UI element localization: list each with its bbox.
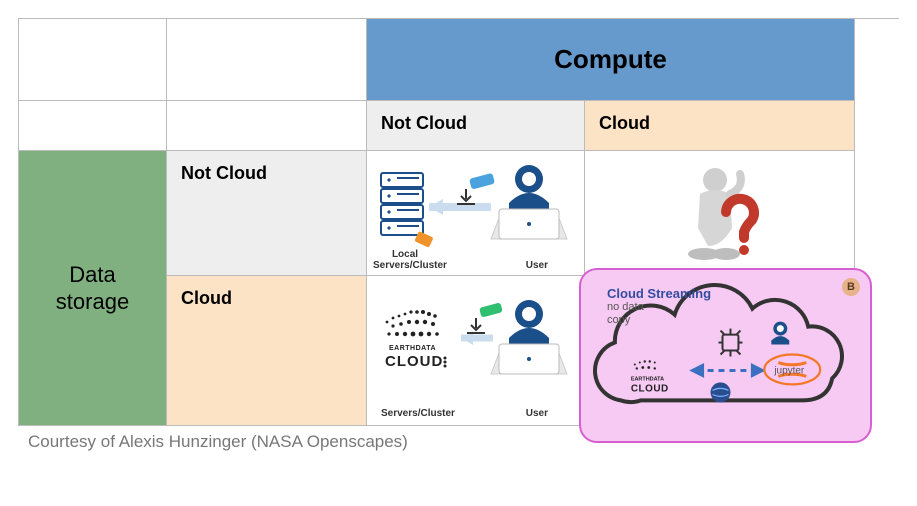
svg-text:EARTHDATA: EARTHDATA [631,376,664,382]
local-server-label: Local Servers/Cluster [373,249,437,271]
blank-cell-r1c2 [167,19,367,101]
blank-cell-r2c1 [19,101,167,151]
cell-cloud-cloud: EARTHDATA CLOUD [585,276,855,426]
compute-header-label: Compute [554,44,667,75]
servers-cluster-label: Servers/Cluster [381,408,455,419]
user-label-2: User [526,408,548,419]
cell-cloud-notcloud: EARTHDATA CLOUD [367,276,585,426]
row-header-data-storage: Data storage [19,151,167,426]
cell-notcloud-notcloud: Local Servers/Cluster User [367,151,585,276]
blank-cell-r2c2 [167,101,367,151]
comparison-grid: Compute Not Cloud Cloud Data storage Not… [18,18,899,426]
cloud-streaming-subtitle: no data copy [607,301,711,326]
row-header-not-cloud: Not Cloud [167,151,367,276]
col-header-cloud: Cloud [585,101,855,151]
row-header-cloud-label: Cloud [181,288,232,308]
question-person-icon [660,158,780,268]
row-header-not-cloud-label: Not Cloud [181,163,267,183]
svg-text:jupyter: jupyter [773,365,805,376]
corner-badge: B [842,278,860,296]
cloud-streaming-text: Cloud Streaming no data copy [607,286,711,326]
earthdata-user-icon: EARTHDATA CLOUD [371,278,581,423]
col-header-not-cloud-label: Not Cloud [381,113,467,133]
blank-cell-r1c1 [19,19,167,101]
row-header-data-storage-label: Data storage [56,261,129,316]
cloud-streaming-title: Cloud Streaming [607,286,711,301]
compute-header: Compute [367,19,855,101]
earthdata-bottom: CLOUD [385,353,443,370]
col-header-cloud-label: Cloud [599,113,650,133]
user-label-1: User [526,260,548,271]
col-header-not-cloud: Not Cloud [367,101,585,151]
row-header-cloud: Cloud [167,276,367,426]
cloud-streaming-highlight: EARTHDATA CLOUD [579,268,872,443]
earthdata-top: EARTHDATA [389,345,436,352]
svg-text:CLOUD: CLOUD [631,383,669,394]
cell-notcloud-cloud [585,151,855,276]
corner-badge-label: B [847,281,855,293]
